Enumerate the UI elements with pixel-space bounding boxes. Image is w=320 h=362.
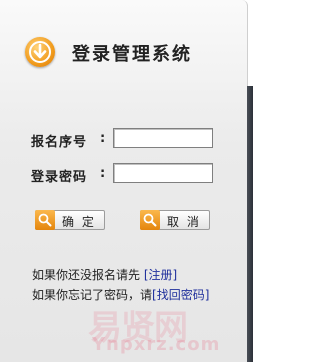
reg-no-label: 报名序号 [31,135,88,150]
register-note-text: 如果你还没报名请先 [32,268,141,282]
watermark-domain: Ynpxrz.com [92,334,221,355]
confirm-button[interactable]: 确 定 [35,210,105,230]
password-label: 登录密码 [31,170,88,185]
cancel-button[interactable]: 取 消 [140,210,210,230]
password-input[interactable] [113,163,213,183]
panel-edge [247,86,253,362]
page-title: 登录管理系统 [72,44,192,65]
reg-no-input[interactable] [113,128,213,148]
reg-no-colon: : [100,131,106,146]
register-link[interactable]: [注册] [144,268,177,282]
download-arrow-icon [25,37,55,67]
cancel-label: 取 消 [167,215,201,229]
confirm-label: 确 定 [62,215,96,229]
search-icon [140,210,160,230]
register-note: 如果你还没报名请先 [注册] [32,266,177,283]
password-colon: : [100,166,106,181]
search-icon [35,210,55,230]
